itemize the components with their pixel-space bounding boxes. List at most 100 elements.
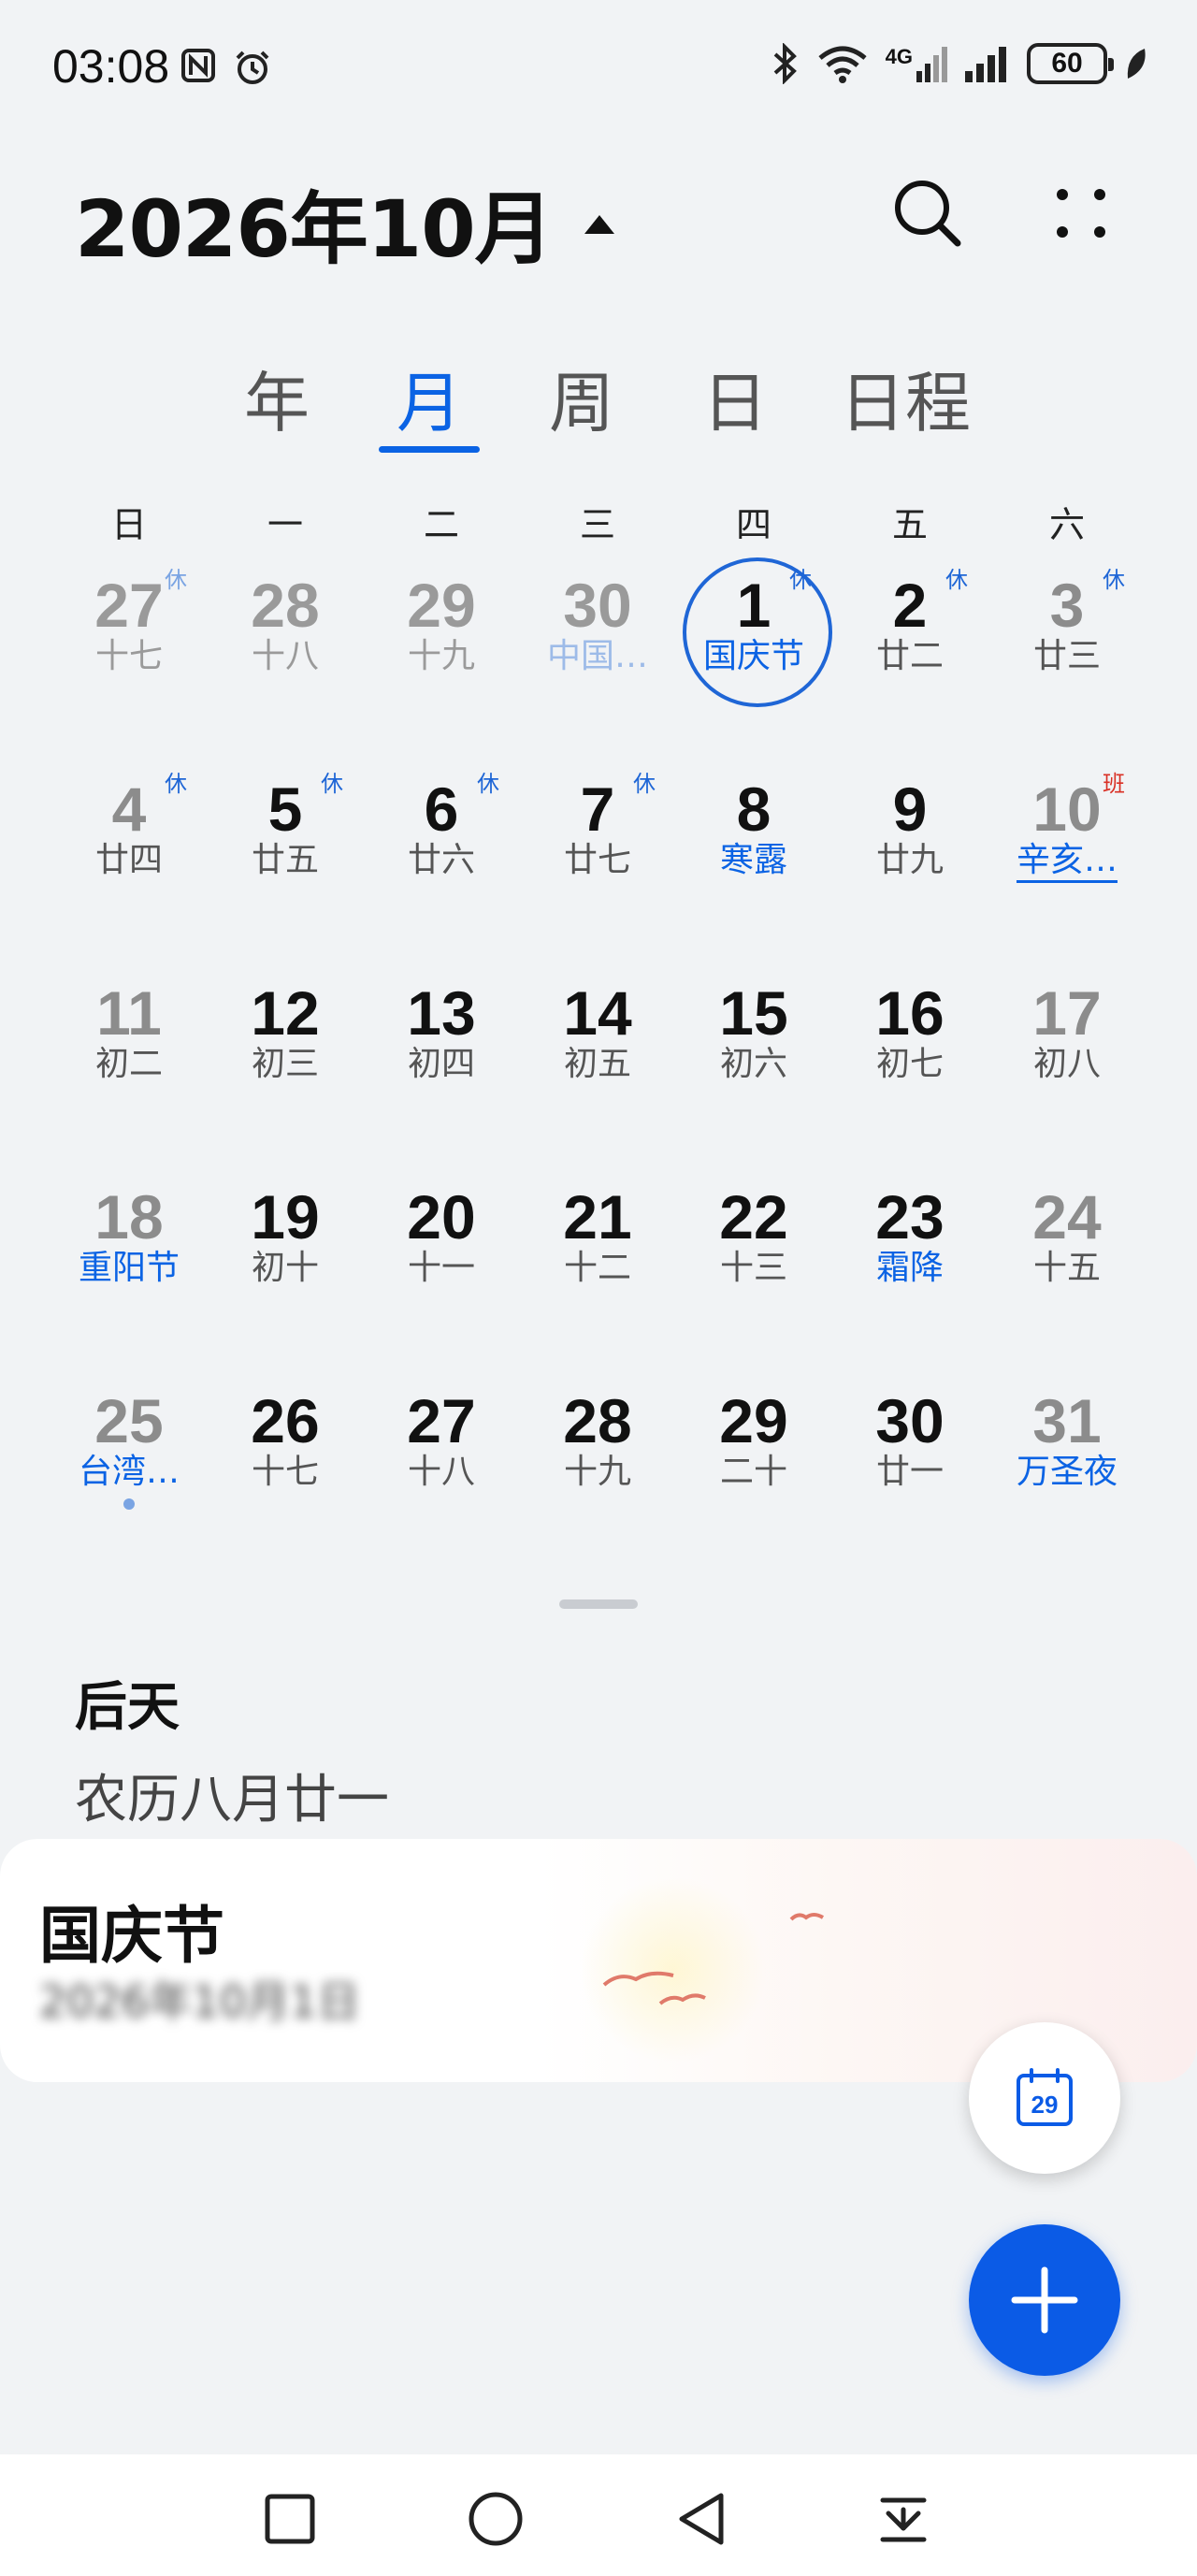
- tab-year[interactable]: 年: [244, 351, 310, 445]
- calendar-day-cell[interactable]: 8 寒露: [679, 765, 829, 952]
- day-number: 28: [251, 571, 320, 640]
- day-festival-label: 万圣夜: [1016, 1453, 1118, 1491]
- weekday-label: 五: [891, 504, 928, 545]
- calendar-day-cell[interactable]: 27 十七休: [54, 561, 204, 748]
- calendar-day-cell[interactable]: 28 十八: [210, 561, 360, 748]
- calendar-day-cell[interactable]: 1 国庆节休: [679, 557, 832, 748]
- calendar-day-cell[interactable]: 30 廿一: [835, 1377, 985, 1564]
- calendar-day-cell[interactable]: 28 十九: [523, 1377, 672, 1564]
- recent-apps-button[interactable]: [248, 2477, 332, 2561]
- day-number: 29: [719, 1386, 788, 1455]
- day-number: 16: [875, 978, 945, 1048]
- alarm-icon: [236, 51, 269, 84]
- calendar-day-cell[interactable]: 21 十二: [523, 1173, 672, 1360]
- day-number: 11: [96, 978, 162, 1048]
- calendar-day-cell[interactable]: 11 初二: [54, 969, 204, 1156]
- holiday-badge: 休: [633, 771, 656, 797]
- holiday-badge: 休: [165, 567, 187, 593]
- day-lunar-label: 廿六: [407, 841, 475, 879]
- day-lunar-label: 廿一: [875, 1453, 944, 1491]
- calendar-day-cell[interactable]: 23 霜降: [835, 1173, 985, 1360]
- calendar-day-cell[interactable]: 14 初五: [523, 969, 672, 1156]
- calendar-day-cell[interactable]: 24 十五: [992, 1173, 1142, 1360]
- calendar-day-cell[interactable]: 25 台湾…: [54, 1377, 204, 1564]
- day-number: 25: [94, 1386, 164, 1455]
- day-lunar-label: 初四: [407, 1045, 475, 1083]
- weekday-label: 一: [267, 504, 303, 545]
- tab-schedule[interactable]: 日程: [840, 351, 971, 445]
- add-event-button[interactable]: [969, 2224, 1120, 2376]
- weekday-label: 四: [735, 504, 772, 545]
- tab-month[interactable]: 月: [397, 351, 462, 445]
- day-festival-label: 辛亥…: [1016, 841, 1118, 879]
- notification-pull-button[interactable]: [861, 2477, 945, 2561]
- signal-4g: 4G: [886, 45, 948, 82]
- status-time: 03:08: [52, 40, 170, 93]
- leaf-icon: [1127, 49, 1146, 79]
- calendar-day-cell[interactable]: 9 廿九: [835, 765, 985, 952]
- day-lunar-label: 二十: [719, 1453, 787, 1491]
- calendar-day-cell[interactable]: 30 中国…: [523, 561, 672, 748]
- day-lunar-label: 十三: [719, 1249, 787, 1287]
- calendar-day-cell[interactable]: 12 初三: [210, 969, 360, 1156]
- calendar-day-cell[interactable]: 15 初六: [679, 969, 829, 1156]
- home-button[interactable]: [454, 2477, 538, 2561]
- day-number: 9: [892, 774, 928, 844]
- day-lunar-label: 初二: [94, 1045, 163, 1083]
- selected-day-info: 后天 农历八月廿一: [75, 1665, 389, 1833]
- calendar-day-cell[interactable]: 16 初七: [835, 969, 985, 1156]
- day-lunar-label: 初六: [719, 1045, 787, 1083]
- calendar-day-cell[interactable]: 17 初八: [992, 969, 1142, 1156]
- month-selector[interactable]: 2026年10月: [75, 166, 618, 280]
- signal-icon: [916, 47, 947, 82]
- calendar-day-cell[interactable]: 18 重阳节: [54, 1173, 204, 1360]
- calendar-day-cell[interactable]: 27 十八: [367, 1377, 516, 1564]
- more-button[interactable]: [1034, 166, 1128, 260]
- tab-week[interactable]: 周: [549, 351, 614, 445]
- tab-indicator: [379, 446, 480, 453]
- day-number: 8: [736, 774, 772, 844]
- day-number: 27: [407, 1386, 476, 1455]
- calendar-day-cell[interactable]: 31 万圣夜: [992, 1377, 1142, 1564]
- calendar-day-cell[interactable]: 13 初四: [367, 969, 516, 1156]
- signal-icon: [965, 47, 1006, 82]
- calendar-day-cell[interactable]: 20 十一: [367, 1173, 516, 1360]
- day-number: 18: [94, 1182, 164, 1252]
- plus-icon: [1011, 2266, 1078, 2334]
- day-number: 15: [719, 978, 788, 1048]
- calendar-day-cell[interactable]: 2 廿二休: [835, 561, 985, 748]
- calendar-day-cell[interactable]: 3 廿三休: [992, 561, 1142, 748]
- calendar-day-cell[interactable]: 10 辛亥… 班: [992, 765, 1142, 952]
- day-festival-label: 国庆节: [702, 637, 804, 675]
- tab-day[interactable]: 日: [702, 351, 768, 445]
- day-lunar-label: 初七: [875, 1045, 944, 1083]
- calendar-day-cell[interactable]: 22 十三: [679, 1173, 829, 1360]
- month-title: 2026年10月: [75, 183, 554, 275]
- calendar-day-cell[interactable]: 7 廿七休: [523, 765, 672, 952]
- calendar-day-cell[interactable]: 29 十九: [367, 561, 516, 748]
- calendar-day-cell[interactable]: 26 十七: [210, 1377, 360, 1564]
- month-grid: 27 十七休 28 十八 29 十九 30 中国… 1 国庆节休 2 廿二休 3 廿三休 4 廿四休 5 廿五休 6…: [0, 557, 1197, 1515]
- day-number: 21: [563, 1182, 632, 1252]
- day-lunar-label: 廿五: [251, 841, 319, 879]
- day-festival-label: 台湾…: [78, 1453, 180, 1491]
- day-number: 14: [563, 978, 632, 1048]
- day-lunar-label: 廿三: [1032, 637, 1101, 675]
- back-button[interactable]: [659, 2477, 743, 2561]
- day-number: 26: [251, 1386, 320, 1455]
- calendar-day-cell[interactable]: 19 初十: [210, 1173, 360, 1360]
- day-lunar-label: 廿七: [563, 841, 631, 879]
- day-lunar-label: 十七: [251, 1453, 319, 1491]
- calendar-day-cell[interactable]: 6 廿六休: [367, 765, 516, 952]
- go-to-today-button[interactable]: 29: [969, 2022, 1120, 2174]
- today-button-day: 29: [1031, 2091, 1059, 2119]
- drag-handle[interactable]: [559, 1599, 638, 1609]
- calendar-day-cell[interactable]: 29 二十: [679, 1377, 829, 1564]
- day-lunar-label: 十一: [407, 1249, 475, 1287]
- day-number: 17: [1032, 978, 1102, 1048]
- search-button[interactable]: [881, 166, 974, 260]
- calendar-day-cell[interactable]: 5 廿五休: [210, 765, 360, 952]
- holiday-badge: 休: [321, 771, 343, 797]
- day-lunar-label: 初三: [251, 1045, 319, 1083]
- calendar-day-cell[interactable]: 4 廿四休: [54, 765, 204, 952]
